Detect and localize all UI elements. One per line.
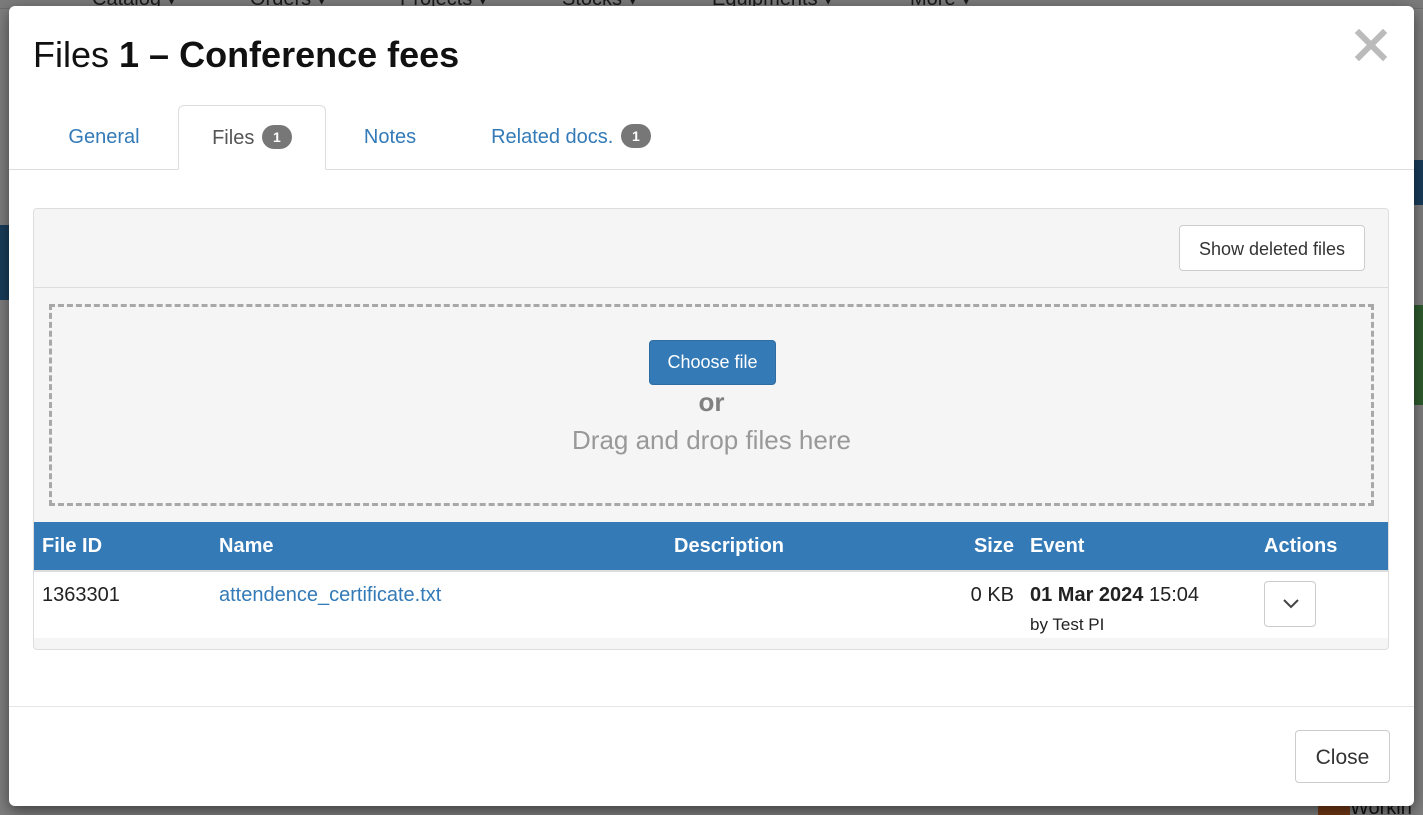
modal-title-prefix: Files — [33, 34, 110, 75]
actions-dropdown-button[interactable] — [1264, 581, 1316, 627]
column-header-name[interactable]: Name — [211, 522, 666, 572]
show-deleted-files-button[interactable]: Show deleted files — [1179, 225, 1365, 271]
modal-footer: Close — [9, 706, 1414, 806]
tab-general[interactable]: General — [33, 105, 175, 169]
tab-files-label: Files — [212, 127, 255, 149]
column-header-actions: Actions — [1256, 522, 1388, 572]
cell-name: attendence_certificate.txt — [211, 571, 666, 638]
table-header-row: File ID Name Description Size Event Acti… — [34, 522, 1388, 572]
cell-actions — [1256, 571, 1388, 638]
cell-description — [666, 571, 866, 638]
column-header-file-id[interactable]: File ID — [34, 522, 211, 572]
chevron-down-icon — [1283, 599, 1299, 609]
files-table: File ID Name Description Size Event Acti… — [34, 522, 1388, 638]
tab-notes[interactable]: Notes — [343, 105, 437, 169]
cell-event: 01 Mar 2024 15:04 by Test PI — [1022, 571, 1256, 638]
file-dropzone[interactable]: Choose file or Drag and drop files here — [49, 304, 1374, 506]
column-header-event[interactable]: Event — [1022, 522, 1256, 572]
column-header-size[interactable]: Size — [866, 522, 1022, 572]
table-row: 1363301 attendence_certificate.txt 0 KB … — [34, 571, 1388, 638]
dropzone-or-text: or — [698, 387, 725, 417]
event-time: 15:04 — [1148, 584, 1200, 606]
files-panel-toolbar: Show deleted files — [34, 209, 1388, 288]
cell-file-id: 1363301 — [42, 584, 120, 606]
column-header-description[interactable]: Description — [666, 522, 866, 572]
event-author: by Test PI — [1030, 615, 1105, 634]
tab-notes-label: Notes — [363, 126, 417, 148]
modal-header: Files 1 – Conference fees — [9, 6, 1414, 102]
tab-related-docs-label: Related docs. — [491, 126, 614, 148]
files-modal: Files 1 – Conference fees General Files … — [9, 6, 1414, 806]
event-date: 01 Mar 2024 — [1030, 584, 1144, 606]
file-name-link[interactable]: attendence_certificate.txt — [219, 584, 441, 606]
tab-related-docs[interactable]: Related docs. 1 — [471, 105, 671, 169]
close-icon[interactable] — [1354, 28, 1388, 62]
dropzone-instruction: Drag and drop files here — [572, 425, 851, 455]
choose-file-button[interactable]: Choose file — [649, 340, 776, 385]
tab-related-docs-count-badge: 1 — [620, 123, 651, 148]
close-button[interactable]: Close — [1295, 730, 1390, 783]
files-panel: Show deleted files Choose file or Drag a… — [33, 208, 1389, 650]
tab-files-count-badge: 1 — [261, 124, 292, 149]
tab-general-label: General — [68, 126, 140, 148]
modal-title-main: 1 – Conference fees — [119, 34, 460, 75]
modal-title: Files 1 – Conference fees — [33, 34, 459, 76]
cell-size: 0 KB — [970, 584, 1014, 606]
tab-files[interactable]: Files 1 — [178, 105, 326, 170]
tab-bar: General Files 1 Notes Related docs. 1 — [9, 105, 1414, 170]
